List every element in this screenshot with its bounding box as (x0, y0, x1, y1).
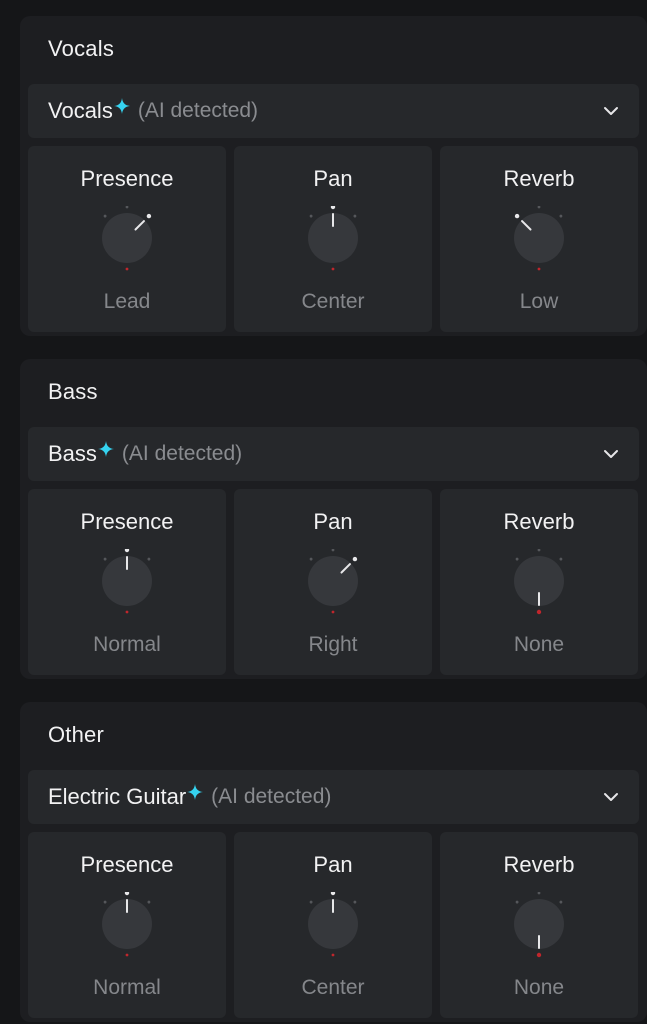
knob-card-presence: Presence Lead (28, 146, 226, 332)
sparkle-icon (97, 440, 114, 462)
dropdown-value: Electric Guitar (48, 784, 187, 809)
dropdown-value: Bass (48, 441, 97, 466)
sparkle-icon (113, 97, 130, 119)
ai-detected-tag: (AI detected) (121, 442, 243, 465)
knob-label: Presence (80, 509, 174, 534)
presence-knob[interactable] (97, 890, 157, 964)
section-vocals: Vocals Vocals (AI detected) Presence Lead Pan… (20, 16, 647, 336)
reverb-knob[interactable] (509, 548, 569, 621)
knob-value: Normal (93, 633, 161, 656)
presence-knob[interactable] (97, 547, 157, 621)
chevron-down-icon[interactable] (603, 790, 619, 808)
sparkle-icon (187, 783, 204, 805)
knob-card-pan: Pan Center (234, 146, 432, 332)
knob-value: Center (301, 976, 365, 999)
section-title: Vocals (48, 36, 115, 61)
knob-label: Pan (313, 166, 353, 191)
knob-card-presence: Presence Normal (28, 832, 226, 1018)
instrument-dropdown[interactable]: Electric Guitar (AI detected) (28, 770, 639, 824)
dropdown-value: Vocals (48, 98, 113, 123)
ai-detected-tag: (AI detected) (137, 99, 259, 122)
knob-card-reverb: Reverb None (440, 489, 638, 675)
knob-label: Pan (313, 509, 353, 534)
instrument-dropdown[interactable]: Vocals (AI detected) (28, 84, 639, 138)
knob-label: Presence (80, 852, 174, 877)
knob-card-pan: Pan Center (234, 832, 432, 1018)
chevron-down-icon[interactable] (603, 104, 619, 122)
pan-knob[interactable] (303, 204, 363, 278)
knob-value: Low (519, 290, 559, 313)
section-title: Bass (48, 379, 98, 404)
knob-label: Reverb (503, 509, 575, 534)
reverb-knob[interactable] (509, 205, 569, 278)
pan-knob[interactable] (303, 890, 363, 964)
section-title: Other (48, 722, 105, 747)
presence-knob[interactable] (97, 205, 157, 278)
mixer-panel: Vocals Vocals (AI detected) Presence Lead Pan… (0, 0, 647, 1024)
knob-label: Reverb (503, 166, 575, 191)
ai-detected-tag: (AI detected) (211, 785, 332, 808)
knob-card-reverb: Reverb Low (440, 146, 638, 332)
knob-value: None (513, 976, 565, 999)
knob-value: None (513, 633, 565, 656)
pan-knob[interactable] (303, 548, 363, 621)
section-other: Other Electric Guitar (AI detected) Presenc… (20, 702, 647, 1022)
chevron-down-icon[interactable] (603, 447, 619, 465)
knob-label: Reverb (503, 852, 575, 877)
knob-label: Pan (313, 852, 353, 877)
instrument-dropdown[interactable]: Bass (AI detected) (28, 427, 639, 481)
knob-value: Right (308, 633, 358, 656)
knob-value: Normal (93, 976, 161, 999)
section-bass: Bass Bass (AI detected) Presence Normal Pan Ri… (20, 359, 647, 679)
knob-card-presence: Presence Normal (28, 489, 226, 675)
knob-value: Lead (103, 290, 151, 313)
knob-card-pan: Pan Right (234, 489, 432, 675)
knob-label: Presence (80, 166, 174, 191)
knob-card-reverb: Reverb None (440, 832, 638, 1018)
reverb-knob[interactable] (509, 891, 569, 964)
knob-value: Center (301, 290, 365, 313)
